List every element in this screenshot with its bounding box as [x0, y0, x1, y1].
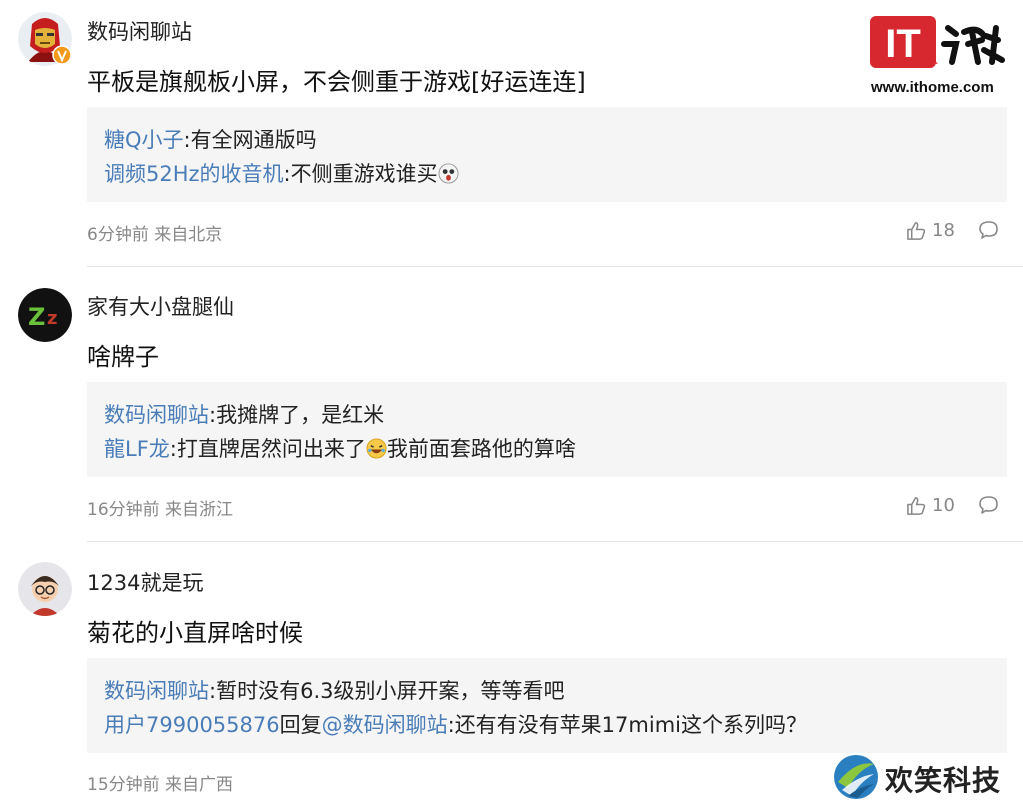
- reply-connector: 回复: [279, 713, 322, 737]
- avatar[interactable]: [18, 562, 72, 616]
- reply-username[interactable]: 用户7990055876: [104, 713, 280, 737]
- reply-username[interactable]: 龍LF龙: [104, 437, 170, 461]
- like-button[interactable]: 10: [906, 495, 955, 516]
- reply-item: 调频52Hz的收音机:不侧重游戏谁买: [104, 158, 459, 188]
- reply-text: 还有有没有苹果17mimi这个系列吗？: [454, 713, 807, 737]
- reply-item: 糖Q小子:有全网通版吗: [104, 124, 317, 154]
- reply-text: 我摊牌了，是红米: [216, 403, 385, 427]
- reply-text: 暂时没有6.3级别小屏开案，等等看吧: [216, 679, 565, 703]
- comment-content: 啥牌子: [87, 343, 159, 371]
- svg-text:z: z: [47, 308, 57, 329]
- comment-meta: 6分钟前 来自北京: [87, 220, 222, 245]
- like-count: 10: [932, 495, 955, 516]
- reply-text: 打直牌居然问出来了: [176, 437, 366, 461]
- like-count: 18: [932, 220, 955, 241]
- comment-location: 来自广西: [165, 775, 234, 795]
- comment-time: 16分钟前: [87, 500, 160, 520]
- watermark-text: 欢笑科技园: [885, 764, 1002, 797]
- reply-list: 数码闲聊站:暂时没有6.3级别小屏开案，等等看吧 用户7990055876回复@…: [87, 658, 1007, 753]
- shocked-face-emoji: [438, 163, 459, 184]
- divider: [87, 266, 1023, 267]
- verified-badge-icon: [52, 45, 72, 65]
- reply-button[interactable]: [978, 494, 1000, 520]
- reply-item: 数码闲聊站:我摊牌了，是红米: [104, 399, 384, 429]
- reply-item: 龍LF龙:打直牌居然问出来了 我前面套路他的算啥: [104, 433, 576, 463]
- reply-list: 糖Q小子:有全网通版吗 调频52Hz的收音机:不侧重游戏谁买: [87, 107, 1007, 202]
- svg-text:Z: Z: [28, 303, 45, 331]
- reply-username[interactable]: 数码闲聊站: [104, 679, 209, 703]
- reply-separator: :: [447, 713, 455, 737]
- reply-username[interactable]: 数码闲聊站: [104, 403, 209, 427]
- reply-username[interactable]: 调频52Hz的收音机: [104, 162, 284, 186]
- comment-meta: 15分钟前 来自广西: [87, 770, 233, 795]
- reply-mention[interactable]: @数码闲聊站: [322, 713, 448, 737]
- comment-location: 来自北京: [154, 225, 223, 245]
- reply-separator: :: [169, 437, 177, 461]
- comment-bubble-icon: [979, 221, 998, 239]
- comment-location: 来自浙江: [165, 500, 234, 520]
- reply-list: 数码闲聊站:我摊牌了，是红米 龍LF龙:打直牌居然问出来了 我前面套路他的算啥: [87, 382, 1007, 477]
- thumbs-up-icon: [907, 222, 926, 240]
- reply-text: 不侧重游戏谁买: [290, 162, 438, 186]
- comment-time: 6分钟前: [87, 225, 149, 245]
- comment-content: 菊花的小直屏啥时候: [87, 619, 303, 647]
- comment-username[interactable]: 数码闲聊站: [87, 16, 192, 46]
- thumbs-up-icon: [907, 497, 926, 515]
- reply-separator: :: [183, 128, 191, 152]
- comment-username[interactable]: 家有大小盘腿仙: [87, 291, 234, 321]
- laughing-face-emoji: [366, 438, 387, 459]
- reply-item: 用户7990055876回复@数码闲聊站:还有有没有苹果17mimi这个系列吗？: [104, 709, 807, 739]
- reply-item: 数码闲聊站:暂时没有6.3级别小屏开案，等等看吧: [104, 675, 564, 705]
- reply-username[interactable]: 糖Q小子: [104, 128, 184, 152]
- divider: [87, 541, 1023, 542]
- ithome-url: www.ithome.com: [871, 79, 994, 96]
- like-button[interactable]: 18: [906, 220, 955, 241]
- reply-text: 有全网通版吗: [190, 128, 317, 152]
- reply-separator: :: [283, 162, 291, 186]
- reply-button[interactable]: [978, 219, 1000, 245]
- comment-meta: 16分钟前 来自浙江: [87, 495, 233, 520]
- comment-content: 平板是旗舰板小屏，不会侧重于游戏[好运连连]: [87, 68, 586, 96]
- avatar[interactable]: Z z: [18, 288, 72, 342]
- comment-bubble-icon: [979, 496, 998, 514]
- svg-text:IT: IT: [885, 22, 921, 66]
- comment-username[interactable]: 1234就是玩: [87, 567, 203, 597]
- reply-text-continued: 我前面套路他的算啥: [386, 437, 576, 461]
- comment-time: 15分钟前: [87, 775, 160, 795]
